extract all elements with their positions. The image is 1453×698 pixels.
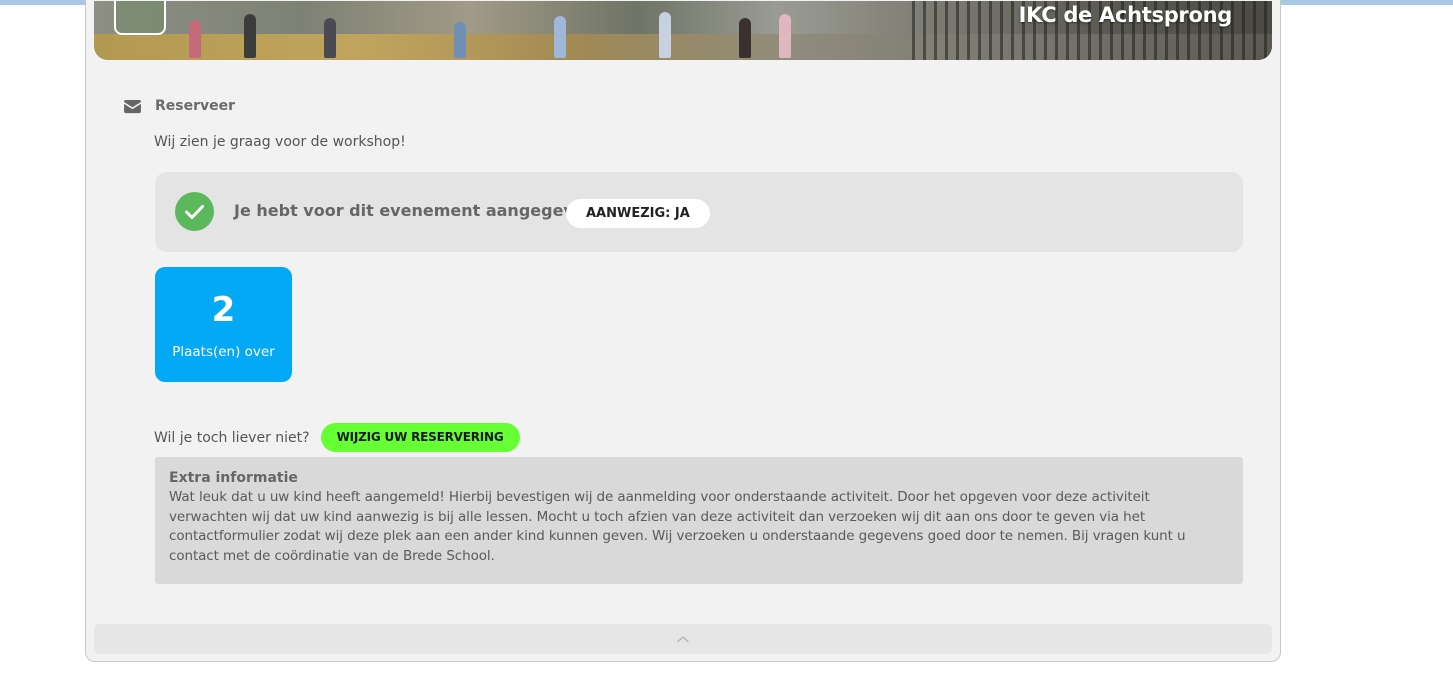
places-label: Plaats(en) over (172, 344, 275, 360)
extra-info-title: Extra informatie (169, 470, 298, 486)
attendance-badge: AANWEZIG: JA (566, 199, 710, 228)
banner-photo-figure (324, 18, 336, 58)
banner-photo-figure (244, 14, 256, 58)
envelope-icon (124, 99, 141, 113)
status-text: Je hebt voor dit evenement aangegeven (234, 201, 597, 220)
banner-photo-figure (779, 14, 791, 58)
places-count: 2 (211, 290, 236, 330)
change-reservation-row: Wil je toch liever niet? WIJZIG UW RESER… (154, 423, 520, 452)
school-banner: IKC de Achtsprong (94, 1, 1272, 60)
banner-photo-figure (454, 22, 466, 58)
chevron-up-icon (677, 636, 689, 643)
change-question: Wil je toch liever niet? (154, 429, 310, 446)
school-name: IKC de Achtsprong (1018, 3, 1233, 27)
school-logo (114, 1, 166, 35)
intro-text: Wij zien je graag voor de workshop! (154, 134, 406, 150)
check-circle-icon (175, 192, 214, 231)
banner-photo-figure (739, 18, 751, 58)
places-left-tile: 2 Plaats(en) over (155, 267, 292, 382)
banner-photo-figure (554, 16, 566, 58)
change-reservation-button[interactable]: WIJZIG UW RESERVERING (320, 423, 520, 452)
event-card: IKC de Achtsprong Reserveer Wij zien je … (85, 0, 1281, 662)
section-title: Reserveer (155, 98, 236, 114)
attendance-status: Je hebt voor dit evenement aangegeven AA… (155, 172, 1243, 252)
extra-info-body: Wat leuk dat u uw kind heeft aangemeld! … (169, 489, 1186, 564)
banner-photo-figure (189, 20, 201, 58)
banner-photo-figure (659, 12, 671, 58)
collapse-toggle[interactable] (94, 624, 1272, 654)
extra-info-panel: Extra informatie Wat leuk dat u uw kind … (155, 457, 1243, 584)
reserve-section-header: Reserveer (123, 98, 235, 114)
